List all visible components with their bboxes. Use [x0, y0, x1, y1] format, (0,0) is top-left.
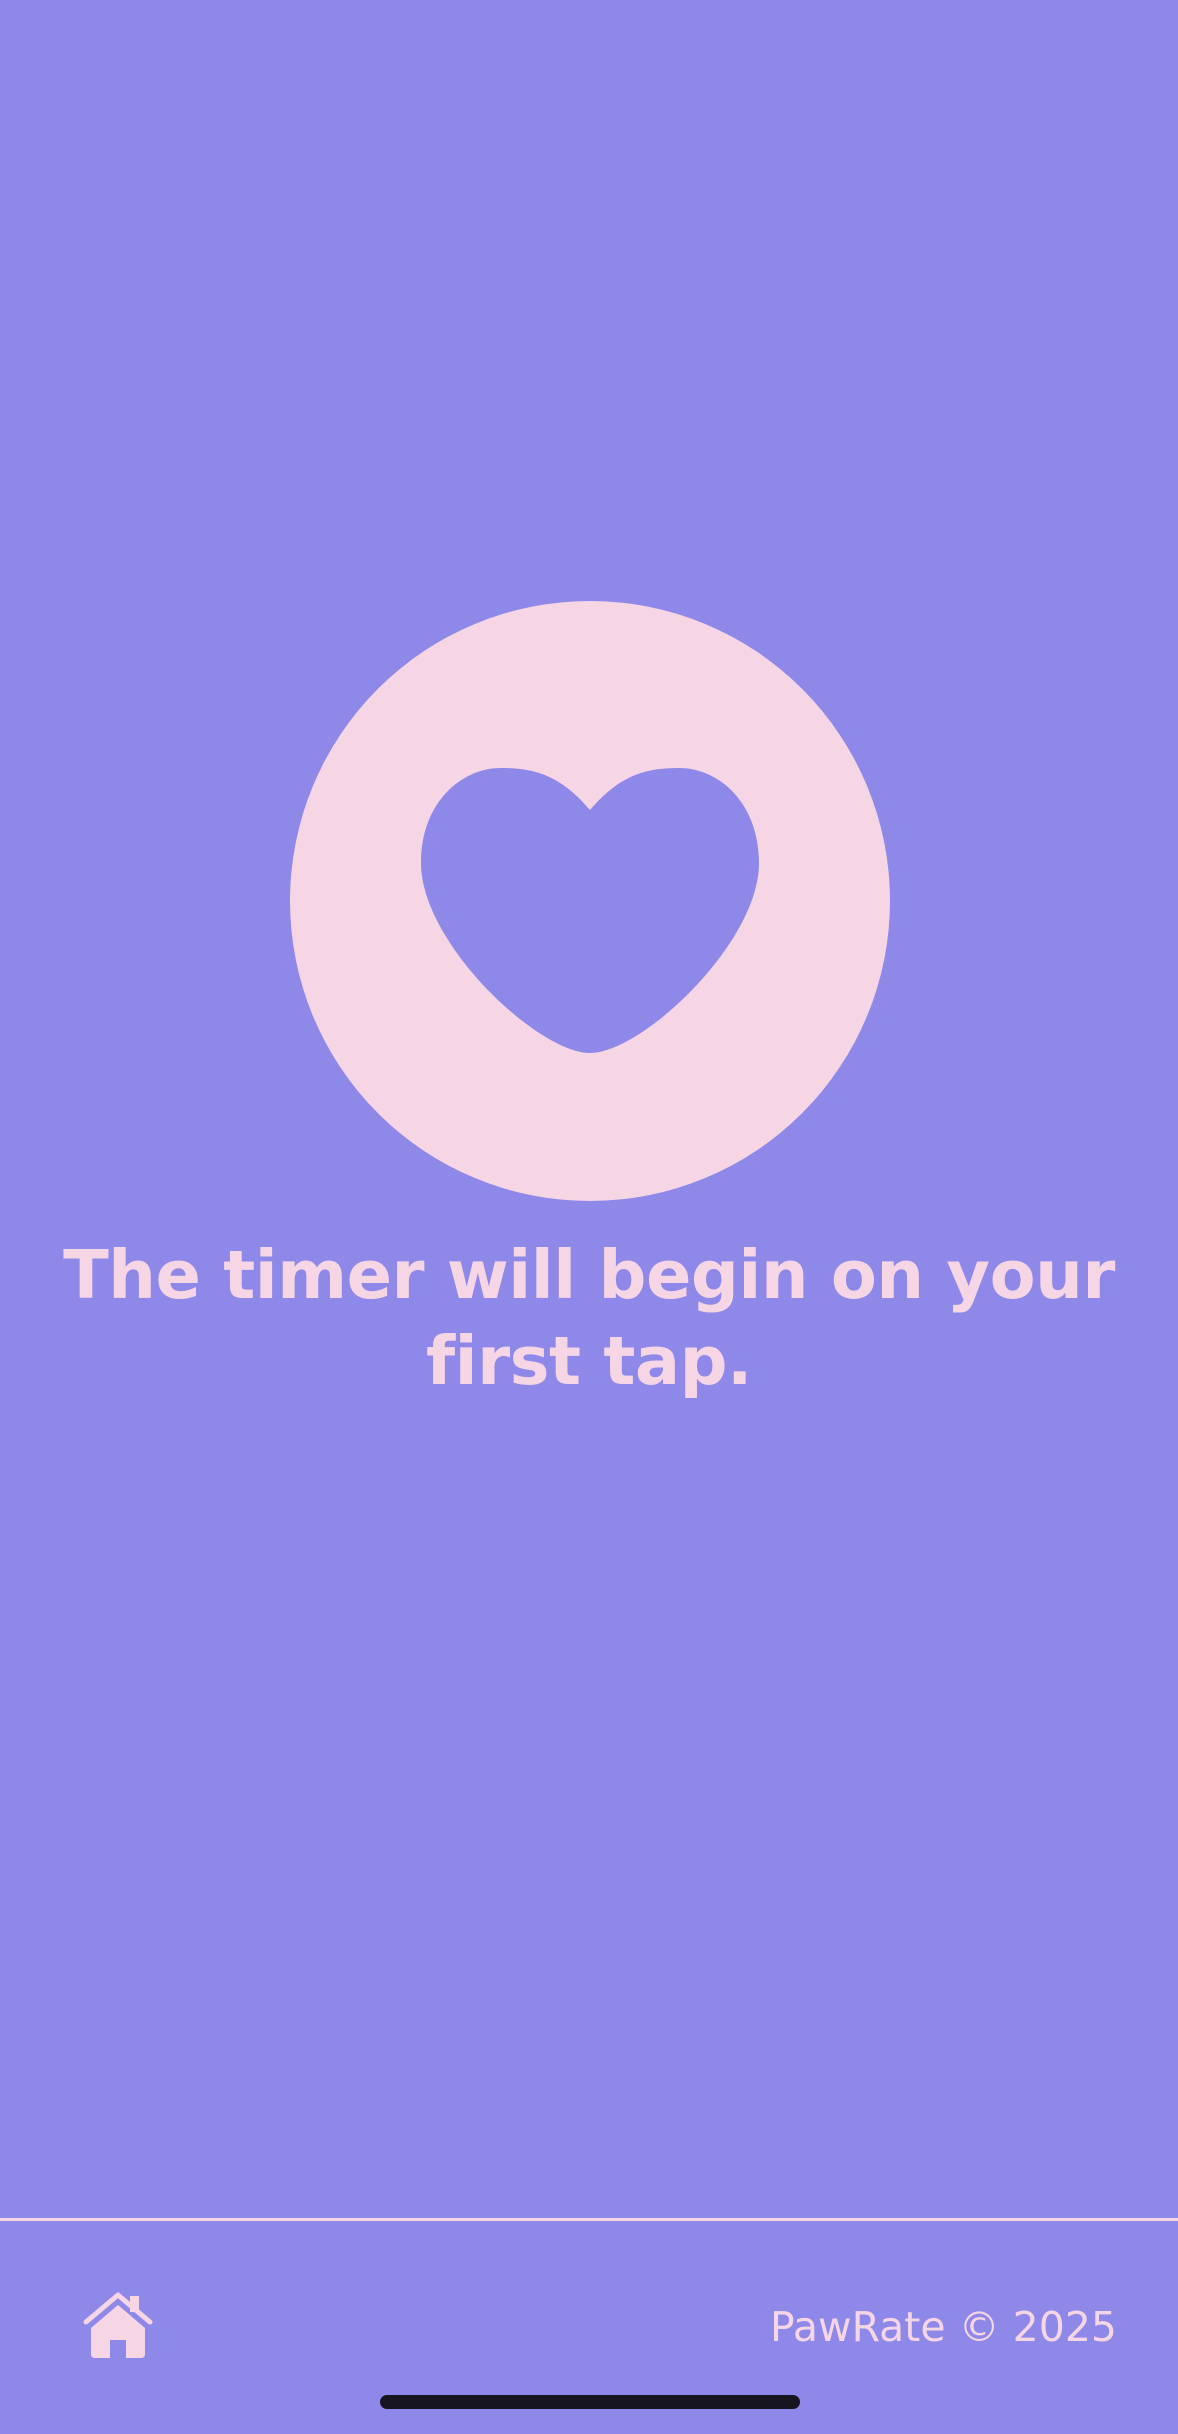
footer-divider: [0, 2218, 1178, 2221]
tap-heart-button[interactable]: [290, 601, 890, 1201]
heart-icon: [421, 768, 759, 1053]
timer-instruction-text: The timer will begin on your first tap.: [63, 1236, 1115, 1400]
copyright-text: PawRate © 2025: [770, 2303, 1117, 2351]
home-button[interactable]: [82, 2292, 154, 2360]
home-indicator-bar[interactable]: [380, 2395, 800, 2409]
house-icon: [83, 2292, 153, 2358]
